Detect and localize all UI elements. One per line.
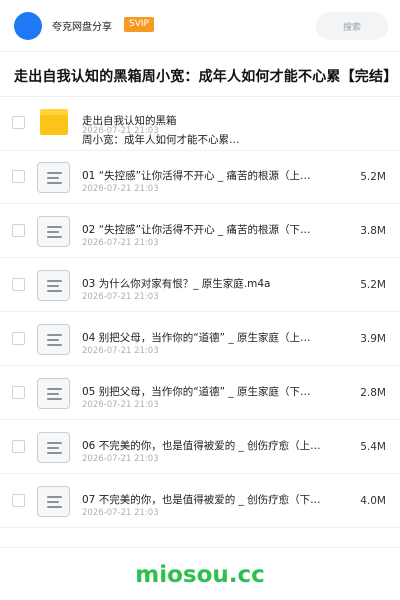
file-name: 05 别把父母，当作你的“道德” _ 原生家庭（下…: [82, 386, 311, 398]
file-size: 5.2M: [360, 171, 386, 183]
file-name: 03 为什么你对家有恨？_ 原生家庭.m4a: [82, 278, 271, 290]
file-date: 2026-07-21 21:03: [82, 292, 159, 302]
audio-file-icon: [37, 486, 70, 517]
audio-file-icon: [37, 432, 70, 463]
file-name: 04 别把父母，当作你的“道德” _ 原生家庭（上…: [82, 332, 311, 344]
row-checkbox[interactable]: [12, 494, 25, 507]
file-date: 2026-07-21 21:03: [82, 400, 159, 410]
audio-file-icon: [37, 324, 70, 355]
search-input[interactable]: 搜索: [316, 12, 388, 40]
file-name: 01 “失控感”让你活得不开心 _ 痛苦的根源（上…: [82, 170, 311, 182]
audio-file-icon: [37, 216, 70, 247]
file-size: 5.4M: [360, 441, 386, 453]
row-checkbox[interactable]: [12, 440, 25, 453]
file-name: 07 不完美的你，也是值得被爱的 _ 创伤疗愈（下…: [82, 494, 321, 506]
file-date: 2026-07-21 21:03: [82, 346, 159, 356]
brand-name: 夸克网盘分享: [52, 22, 112, 33]
file-row[interactable]: 06 不完美的你，也是值得被爱的 _ 创伤疗愈（上… 2026-07-21 21…: [0, 420, 400, 474]
file-size: 3.9M: [360, 333, 386, 345]
audio-file-icon: [37, 162, 70, 193]
file-name: 02 “失控感”让你活得不开心 _ 痛苦的根源（下…: [82, 224, 311, 236]
file-date: 2026-07-21 21:03: [82, 454, 159, 464]
file-date: 2026-07-21 21:03: [82, 238, 159, 248]
divider: [0, 547, 400, 548]
row-checkbox[interactable]: [12, 224, 25, 237]
site-watermark: miosou.cc: [135, 562, 265, 588]
row-checkbox[interactable]: [12, 170, 25, 183]
file-size: 2.8M: [360, 387, 386, 399]
file-row[interactable]: 02 “失控感”让你活得不开心 _ 痛苦的根源（下… 2026-07-21 21…: [0, 204, 400, 258]
folder-name-continued: 周小宽：成年人如何才能不心累…: [82, 134, 240, 146]
file-size: 3.8M: [360, 225, 386, 237]
page-title: 走出自我认知的黑箱周小宽：成年人如何才能不心累【完结】: [14, 69, 398, 85]
avatar[interactable]: [14, 12, 42, 40]
app-header: 夸克网盘分享 SVIP 搜索: [0, 0, 400, 52]
file-row[interactable]: 07 不完美的你，也是值得被爱的 _ 创伤疗愈（下… 2026-07-21 21…: [0, 474, 400, 528]
file-size: 4.0M: [360, 495, 386, 507]
row-checkbox[interactable]: [12, 332, 25, 345]
svip-badge[interactable]: SVIP: [124, 17, 154, 32]
row-checkbox[interactable]: [12, 278, 25, 291]
file-name: 06 不完美的你，也是值得被爱的 _ 创伤疗愈（上…: [82, 440, 321, 452]
file-row[interactable]: 03 为什么你对家有恨？_ 原生家庭.m4a 2026-07-21 21:03 …: [0, 258, 400, 312]
file-date: 2026-07-21 21:03: [82, 184, 159, 194]
file-row[interactable]: 01 “失控感”让你活得不开心 _ 痛苦的根源（上… 2026-07-21 21…: [0, 150, 400, 204]
audio-file-icon: [37, 378, 70, 409]
row-checkbox[interactable]: [12, 386, 25, 399]
folder-icon: [40, 109, 68, 135]
row-checkbox[interactable]: [12, 116, 25, 129]
file-row[interactable]: 05 别把父母，当作你的“道德” _ 原生家庭（下… 2026-07-21 21…: [0, 366, 400, 420]
file-date: 2026-07-21 21:03: [82, 508, 159, 518]
audio-file-icon: [37, 270, 70, 301]
file-size: 5.2M: [360, 279, 386, 291]
file-row[interactable]: 04 别把父母，当作你的“道德” _ 原生家庭（上… 2026-07-21 21…: [0, 312, 400, 366]
